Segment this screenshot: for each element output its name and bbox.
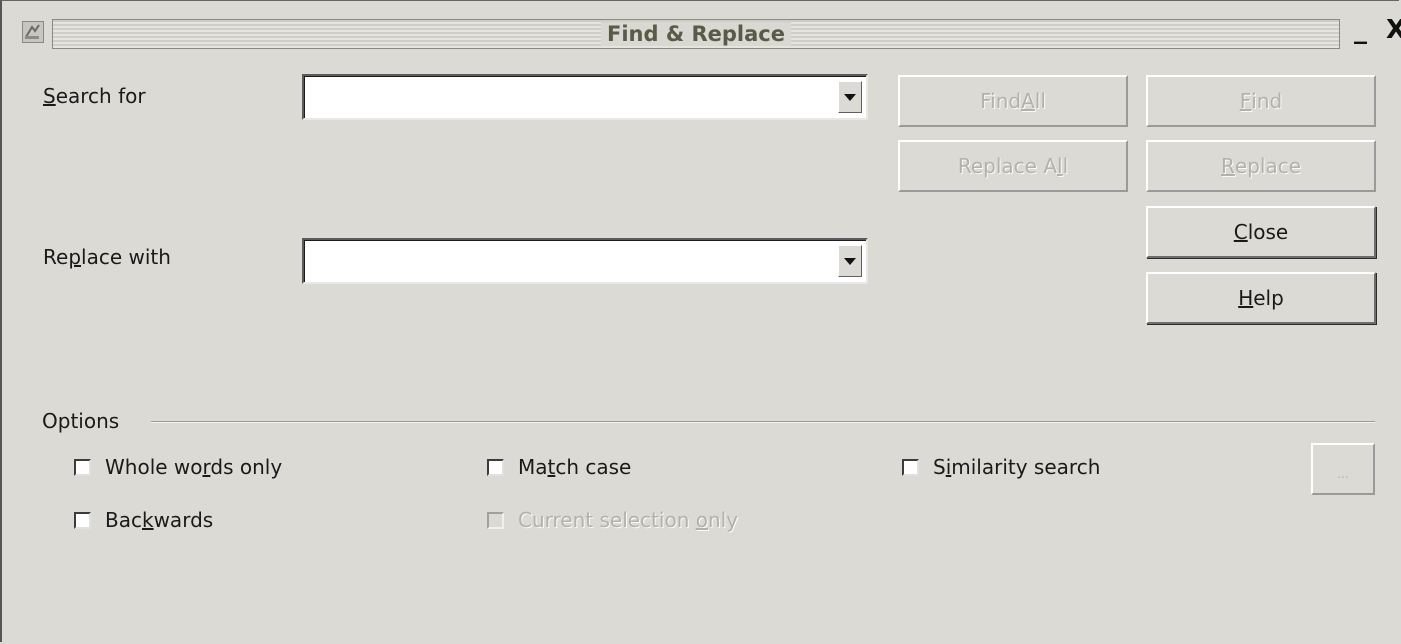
replace-with-combo[interactable]	[302, 238, 868, 284]
replace-all-button[interactable]: Replace All	[898, 140, 1128, 192]
checkbox-box[interactable]	[487, 511, 504, 529]
checkbox-label: Current selection only	[518, 508, 739, 532]
find-button[interactable]: Find	[1146, 75, 1376, 127]
checkbox-box[interactable]	[487, 458, 504, 476]
backwards-checkbox[interactable]: Backwards	[74, 508, 213, 532]
search-dropdown-button[interactable]	[838, 81, 862, 113]
checkbox-label: Whole words only	[105, 455, 283, 479]
window-title: Find & Replace	[601, 22, 791, 46]
replace-button[interactable]: Replace	[1146, 140, 1376, 192]
close-button[interactable]: Close	[1146, 206, 1376, 258]
options-divider	[151, 421, 1375, 423]
replace-dropdown-button[interactable]	[838, 245, 862, 277]
checkbox-box[interactable]	[74, 458, 91, 476]
title-bar[interactable]: Find & Replace _ X	[10, 9, 1401, 53]
find-all-button[interactable]: Find All	[898, 75, 1128, 127]
chevron-down-icon	[844, 257, 856, 265]
minimize-button[interactable]: _	[1354, 15, 1367, 45]
search-for-label: Search for	[43, 84, 146, 108]
app-icon[interactable]	[22, 21, 44, 43]
whole-words-only-checkbox[interactable]: Whole words only	[74, 455, 282, 479]
chevron-down-icon	[844, 93, 856, 101]
similarity-options-button[interactable]: ...	[1311, 443, 1375, 495]
search-for-combo[interactable]	[302, 74, 868, 120]
options-title: Options	[42, 409, 120, 433]
similarity-search-checkbox[interactable]: Similarity search	[902, 455, 1100, 479]
title-strip[interactable]: Find & Replace	[52, 19, 1340, 49]
checkbox-label: Similarity search	[933, 455, 1101, 479]
current-selection-only-checkbox[interactable]: Current selection only	[487, 508, 738, 532]
match-case-checkbox[interactable]: Match case	[487, 455, 631, 479]
checkbox-box[interactable]	[74, 511, 91, 529]
checkbox-box[interactable]	[902, 458, 919, 476]
checkbox-label: Backwards	[105, 508, 214, 532]
checkbox-label: Match case	[518, 455, 632, 479]
help-button[interactable]: Help	[1146, 272, 1376, 324]
close-window-button[interactable]: X	[1386, 15, 1401, 45]
replace-with-label: Replace with	[43, 245, 171, 269]
